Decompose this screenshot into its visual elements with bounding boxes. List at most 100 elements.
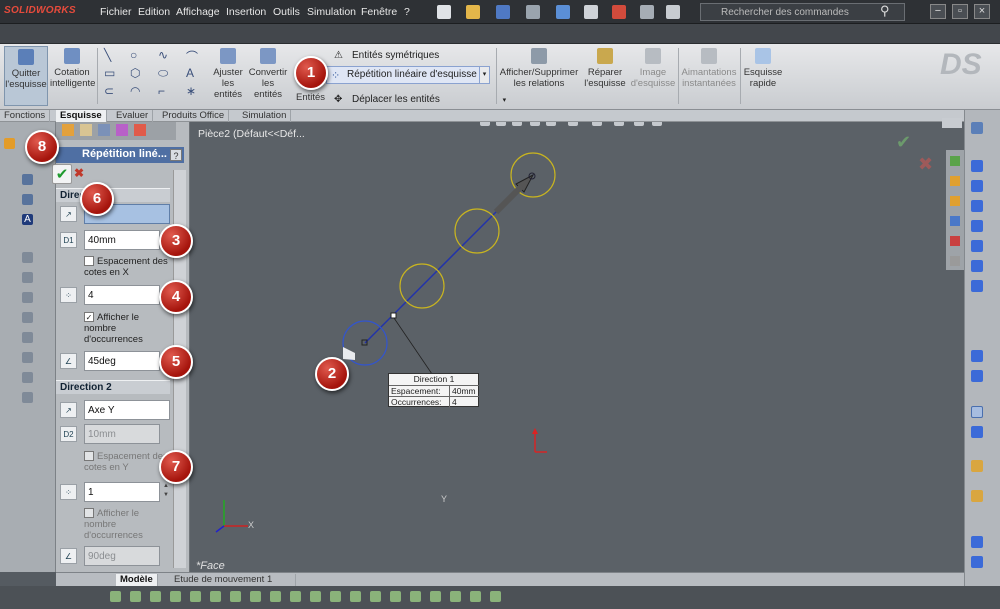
viewport-window-controls[interactable]	[942, 118, 962, 128]
linear-pattern-icon[interactable]	[971, 406, 983, 418]
direction2-spacing-input[interactable]: 10mm	[84, 424, 160, 444]
show-count-checkbox-1[interactable]: ✓ Afficher le nombre d'occurrences	[84, 312, 168, 345]
menu-fichier[interactable]: Fichier	[100, 6, 132, 18]
spinner-icon[interactable]: ▲▼	[162, 482, 170, 502]
circular-pattern-icon[interactable]	[971, 426, 983, 438]
property-manager-tab-icon[interactable]	[80, 124, 92, 136]
show-count-checkbox-2[interactable]: Afficher le nombre d'occurrences	[84, 508, 168, 541]
relations-icon[interactable]	[971, 460, 983, 472]
design-library-tab-icon[interactable]	[950, 176, 960, 186]
line-icon[interactable]	[971, 160, 983, 172]
tab-motion-study[interactable]: Etude de mouvement 1	[170, 574, 296, 586]
tool-icon[interactable]	[971, 556, 983, 568]
direction1-spacing-input[interactable]: 40mm	[84, 230, 160, 250]
rapid-sketch-button[interactable]: Esquisse rapide	[742, 46, 784, 106]
print-icon[interactable]	[526, 5, 540, 19]
point-icon[interactable]: ∗	[186, 84, 196, 98]
restore-button[interactable]: ▫	[952, 4, 968, 19]
configuration-manager-tab-icon[interactable]	[98, 124, 110, 136]
ellipse-icon[interactable]: ⬭	[158, 66, 168, 81]
offset-entities-button[interactable]: Entités	[296, 92, 325, 103]
fillet-icon[interactable]: ⌒	[186, 48, 198, 65]
checkbox-icon[interactable]	[84, 451, 94, 461]
tool-icon[interactable]	[270, 591, 281, 602]
text-tool-icon[interactable]: A	[22, 214, 33, 225]
menu-help[interactable]: ?	[404, 6, 410, 18]
reverse-direction-icon[interactable]: ↗	[60, 206, 77, 222]
tool-icon[interactable]	[150, 591, 161, 602]
search-input[interactable]: Rechercher des commandes	[700, 3, 905, 21]
trim-entities-button[interactable]: Ajuster les entités	[210, 46, 246, 106]
ok-button[interactable]: ✔	[52, 164, 72, 184]
fillet-icon[interactable]	[971, 260, 983, 272]
linear-pattern-item[interactable]: ⁘ Répétition linéaire d'esquisse ▾	[326, 66, 490, 84]
tool-icon[interactable]	[971, 536, 983, 548]
trim-icon[interactable]	[971, 350, 983, 362]
tool-icon[interactable]	[290, 591, 301, 602]
tool-icon[interactable]	[170, 591, 181, 602]
new-document-icon[interactable]	[437, 5, 451, 19]
rectangle-icon[interactable]: ▭	[104, 66, 115, 80]
sketch-icon[interactable]	[971, 122, 983, 134]
mid-point[interactable]	[390, 312, 397, 319]
heads-up-toolbar[interactable]	[480, 122, 662, 126]
tool-icon[interactable]	[490, 591, 501, 602]
tool-icon[interactable]	[210, 591, 221, 602]
resources-tab-icon[interactable]	[950, 156, 960, 166]
mirror-entities-item[interactable]: ⚠ Entités symétriques	[330, 50, 439, 66]
menu-insertion[interactable]: Insertion	[226, 6, 266, 18]
menu-fenetre[interactable]: Fenêtre	[361, 6, 397, 18]
tool-icon[interactable]	[370, 591, 381, 602]
direction2-angle-input[interactable]: 90deg	[84, 546, 160, 566]
minimize-button[interactable]: −	[930, 4, 946, 19]
rectangle-icon[interactable]	[971, 180, 983, 192]
tool-icon[interactable]	[330, 591, 341, 602]
quick-snaps-button[interactable]: Aimantations instantanées	[680, 46, 738, 106]
chamfer-icon[interactable]: ⌐	[158, 84, 165, 98]
tab-simulation[interactable]: Simulation	[238, 110, 292, 122]
help-button[interactable]: ?	[170, 149, 182, 161]
direction2-axis-field[interactable]: Axe Y	[84, 400, 170, 420]
spline-icon[interactable]: ∿	[158, 48, 168, 62]
cancel-button[interactable]: ✖	[74, 166, 84, 180]
point-icon[interactable]	[971, 280, 983, 292]
tool-icon[interactable]	[470, 591, 481, 602]
line-icon[interactable]: ╲	[104, 48, 111, 62]
tool-icon[interactable]	[22, 372, 33, 383]
tab-produits-office[interactable]: Produits Office	[158, 110, 230, 122]
tab-fonctions[interactable]: Fonctions	[0, 110, 51, 122]
tool-icon[interactable]	[390, 591, 401, 602]
spline-icon[interactable]	[971, 240, 983, 252]
tool-icon[interactable]	[22, 392, 33, 403]
offset-icon[interactable]	[971, 370, 983, 382]
tool-icon[interactable]	[22, 272, 33, 283]
graphics-area[interactable]: ✔ ✖ Y X	[190, 118, 964, 572]
tool-icon[interactable]	[230, 591, 241, 602]
circle-icon[interactable]: ○	[130, 48, 137, 62]
menu-simulation[interactable]: Simulation	[307, 6, 356, 18]
show-relations-button[interactable]: Afficher/Supprimer les relations	[498, 46, 580, 106]
menu-affichage[interactable]: Affichage	[176, 6, 220, 18]
tool-icon[interactable]	[130, 591, 141, 602]
smart-dimension-button[interactable]: Cotation intelligente	[50, 46, 95, 106]
repair-icon[interactable]	[971, 490, 983, 502]
save-icon[interactable]	[496, 5, 510, 19]
reverse-direction-icon[interactable]: ↗	[60, 402, 77, 418]
options-icon[interactable]	[666, 5, 680, 19]
dimxpert-tab-icon[interactable]	[116, 124, 128, 136]
chevron-down-icon[interactable]: ▾	[479, 67, 489, 83]
quit-sketch-button[interactable]: Quitter l'esquisse	[4, 46, 48, 106]
repair-sketch-button[interactable]: Réparer l'esquisse	[584, 46, 626, 106]
display-manager-tab-icon[interactable]	[134, 124, 146, 136]
open-folder-icon[interactable]	[466, 5, 480, 19]
folder-icon[interactable]	[4, 138, 15, 149]
feature-manager-tab-icon[interactable]	[62, 124, 74, 136]
move-entities-item[interactable]: ✥ Déplacer les entités ▾	[330, 94, 506, 110]
sketch-picture-button[interactable]: Image d'esquisse	[630, 46, 676, 106]
rebuild-icon[interactable]	[612, 5, 626, 19]
sketch-tool-icon[interactable]	[22, 194, 33, 205]
circle-icon[interactable]	[971, 200, 983, 212]
tool-icon[interactable]	[22, 352, 33, 363]
tool-icon[interactable]	[430, 591, 441, 602]
tool-icon[interactable]	[22, 252, 33, 263]
